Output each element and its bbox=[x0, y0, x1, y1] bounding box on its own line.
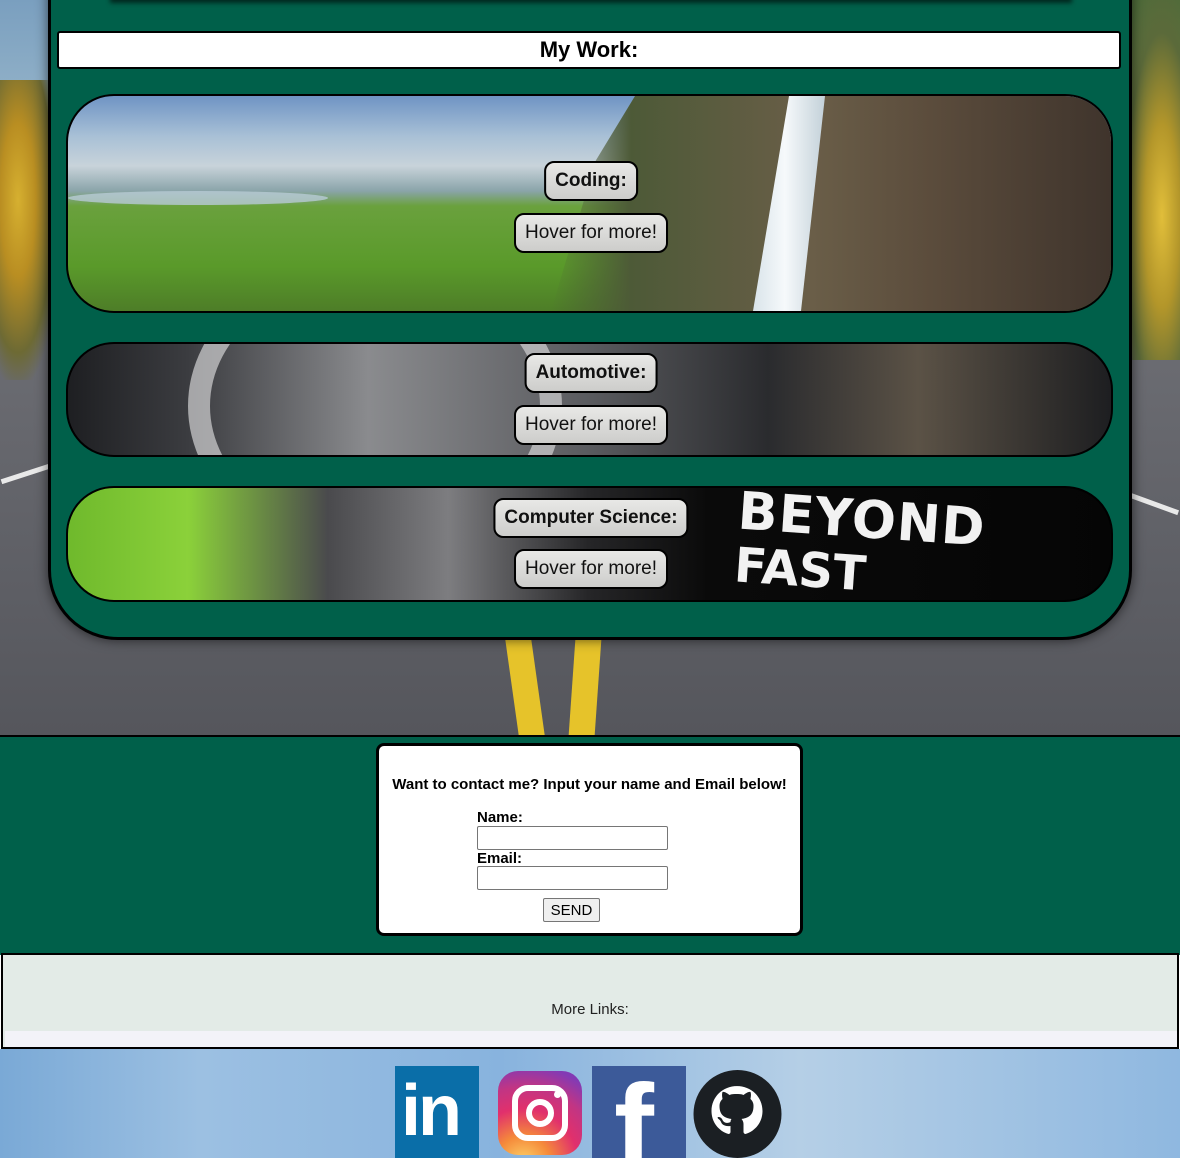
facebook-icon[interactable]: f bbox=[592, 1066, 686, 1158]
automotive-hover-button[interactable]: Hover for more! bbox=[514, 405, 668, 445]
links-underline bbox=[5, 1031, 1177, 1047]
coding-card[interactable] bbox=[66, 94, 1113, 313]
river bbox=[68, 191, 328, 205]
automotive-card-label: Automotive: bbox=[524, 353, 658, 393]
name-input[interactable] bbox=[477, 826, 668, 850]
contact-prompt: Want to contact me? Input your name and … bbox=[392, 776, 787, 793]
coding-hover-button[interactable]: Hover for more! bbox=[514, 213, 668, 253]
footer-sky-image bbox=[0, 1049, 1180, 1158]
card-image-text: BEYOND FAST bbox=[732, 486, 988, 602]
name-label: Name: bbox=[477, 809, 523, 826]
road-center-line bbox=[505, 640, 545, 735]
email-input[interactable] bbox=[477, 866, 668, 890]
road-center-line bbox=[568, 640, 602, 735]
instagram-icon[interactable] bbox=[498, 1071, 582, 1155]
more-links-section: More Links: bbox=[1, 953, 1179, 1049]
send-button[interactable]: SEND bbox=[543, 898, 600, 922]
more-links-title: More Links: bbox=[551, 1001, 629, 1018]
computer-science-hover-button[interactable]: Hover for more! bbox=[514, 549, 668, 589]
contact-form: Want to contact me? Input your name and … bbox=[376, 743, 803, 936]
my-work-heading: My Work: bbox=[57, 31, 1121, 69]
github-icon[interactable] bbox=[690, 1066, 785, 1158]
email-label: Email: bbox=[477, 850, 523, 867]
linkedin-icon[interactable]: in bbox=[395, 1066, 479, 1158]
computer-science-card-label: Computer Science: bbox=[493, 498, 689, 538]
coding-card-label: Coding: bbox=[544, 161, 638, 201]
cliff bbox=[551, 96, 1111, 311]
steering-wheel bbox=[188, 344, 562, 455]
